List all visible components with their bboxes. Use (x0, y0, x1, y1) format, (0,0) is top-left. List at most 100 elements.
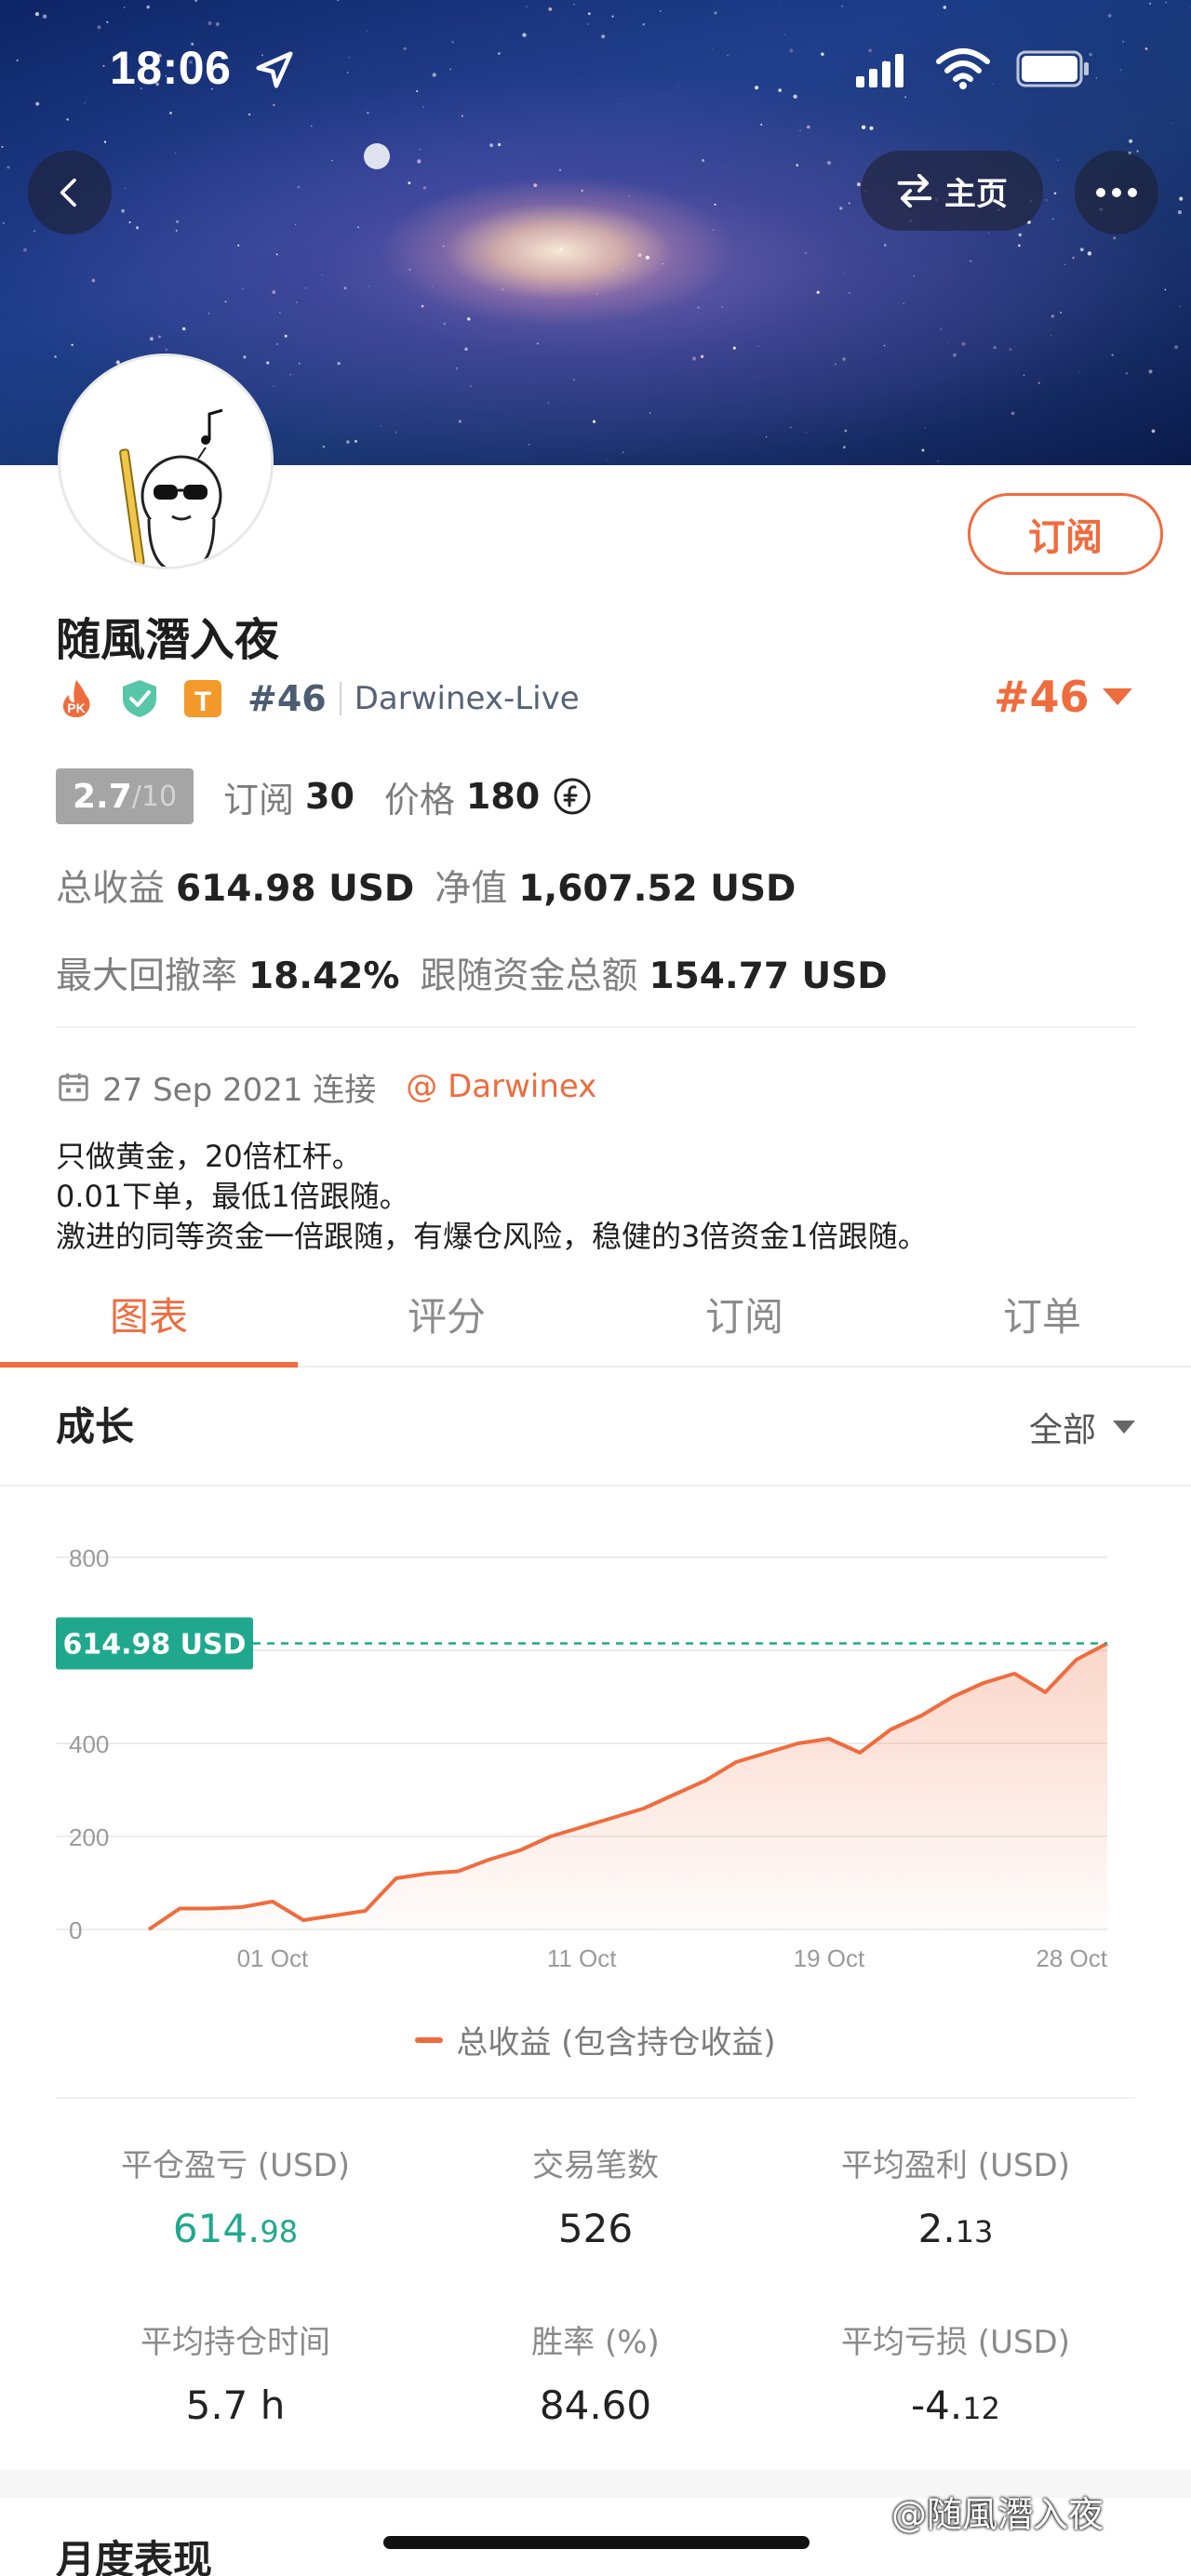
star (158, 335, 161, 339)
star (921, 448, 925, 452)
tab-rating[interactable]: 评分 (298, 1265, 596, 1366)
bio: 只做黄金，20倍杠杆。 0.01下单，最低1倍跟随。 激进的同等资金一倍跟随，有… (56, 1137, 928, 1257)
star (419, 148, 422, 151)
star (422, 186, 426, 190)
star (913, 275, 916, 277)
pk-flame-badge-icon[interactable]: PK (56, 678, 97, 719)
shield-check-badge-icon[interactable] (119, 678, 160, 719)
star (237, 244, 240, 247)
metric-trade-count: 交易笔数 526 (397, 2140, 794, 2251)
star (940, 328, 943, 330)
price-value: 180 (465, 776, 541, 817)
star (182, 327, 186, 331)
profit-equity-row: 总收益 614.98 USD 净值 1,607.52 USD (56, 860, 796, 912)
star (848, 202, 850, 205)
star (622, 451, 624, 454)
star (970, 260, 971, 262)
max-drawdown-value: 18.42% (248, 955, 400, 997)
star (298, 362, 301, 365)
star (558, 168, 562, 171)
star (1053, 192, 1057, 195)
star (455, 368, 458, 370)
metric-avg-profit: 平均盈利 (USD) 2.13 (757, 2140, 1154, 2251)
star (421, 304, 424, 308)
star (1, 145, 4, 148)
x-tick-label: 19 Oct (794, 1944, 865, 1972)
connect-source-link[interactable]: @ Darwinex (406, 1068, 596, 1105)
star (498, 142, 502, 147)
metric-value: 5.7 h (185, 2382, 286, 2428)
star (276, 343, 278, 345)
star (296, 301, 298, 303)
y-tick-label: 200 (69, 1823, 109, 1851)
star (354, 439, 357, 443)
star (849, 292, 850, 294)
star (884, 244, 887, 247)
calendar-icon (59, 1073, 88, 1101)
growth-header: 成长 全部 (0, 1368, 1191, 1487)
svg-text:PK: PK (67, 701, 85, 715)
metric-label: 平均持仓时间 (141, 2324, 330, 2361)
bio-line: 激进的同等资金一倍跟随，有爆仓风险，稳健的3倍资金1倍跟随。 (56, 1219, 928, 1254)
star (395, 431, 397, 434)
metric-value: 526 (557, 2206, 634, 2251)
star (408, 268, 411, 271)
status-bar: 18:06 (0, 0, 1191, 140)
x-tick-label: 11 Oct (547, 1944, 617, 1972)
star (150, 337, 154, 341)
svg-text:T: T (194, 687, 211, 717)
star (91, 278, 96, 283)
star (54, 355, 57, 358)
watermark: @随風潛入夜 (891, 2494, 1104, 2535)
metric-label: 平仓盈亏 (USD) (121, 2147, 350, 2184)
tab-chart[interactable]: 图表 (0, 1265, 298, 1368)
score-value: 2.7 (72, 777, 132, 816)
star (988, 232, 990, 234)
star (284, 334, 288, 338)
tab-orders[interactable]: 订单 (893, 1265, 1191, 1366)
battery-icon (1016, 50, 1089, 87)
home-button[interactable]: 主页 (861, 151, 1043, 231)
star (645, 255, 650, 260)
metric-win-rate: 胜率 (%) 84.60 (397, 2316, 794, 2428)
growth-range-dropdown[interactable]: 全部 (1029, 1403, 1136, 1451)
star (714, 203, 716, 206)
star (304, 287, 307, 289)
star (947, 341, 949, 343)
growth-area (149, 1643, 1107, 1929)
tab-subscriptions[interactable]: 订阅 (596, 1265, 893, 1366)
avatar[interactable] (58, 354, 274, 569)
rank-dropdown[interactable]: #46 (994, 672, 1132, 722)
star (649, 412, 651, 414)
star (289, 374, 291, 376)
star (559, 247, 564, 251)
star (470, 385, 472, 387)
star (536, 342, 539, 345)
star (337, 362, 341, 366)
badges-row: PK T #46 Darwinex-Live (56, 672, 580, 726)
star (467, 317, 471, 321)
star (357, 226, 359, 229)
legend-label: 总收益 (包含持仓收益) (456, 2024, 776, 2062)
star (1037, 381, 1040, 384)
divider (56, 2097, 1135, 2099)
star (1009, 348, 1012, 351)
star (1079, 247, 1084, 252)
growth-chart-svg: 0 200 400 800 614.98 USD 01 Oct 11 Oct 19 Oct… (56, 1544, 1108, 1972)
star (322, 274, 324, 275)
star (464, 347, 468, 352)
star (128, 220, 131, 224)
subscribe-button[interactable]: 订阅 (968, 493, 1163, 575)
t-badge-icon[interactable]: T (182, 678, 223, 719)
star (456, 367, 458, 369)
home-indicator[interactable] (383, 2536, 810, 2549)
star (835, 363, 836, 366)
metric-value: 84.60 (539, 2382, 652, 2428)
star (700, 354, 704, 358)
star (442, 245, 445, 247)
back-button[interactable] (28, 151, 112, 234)
star (294, 224, 296, 225)
separator (339, 682, 341, 715)
more-options-button[interactable] (1075, 151, 1158, 234)
star (993, 346, 997, 350)
